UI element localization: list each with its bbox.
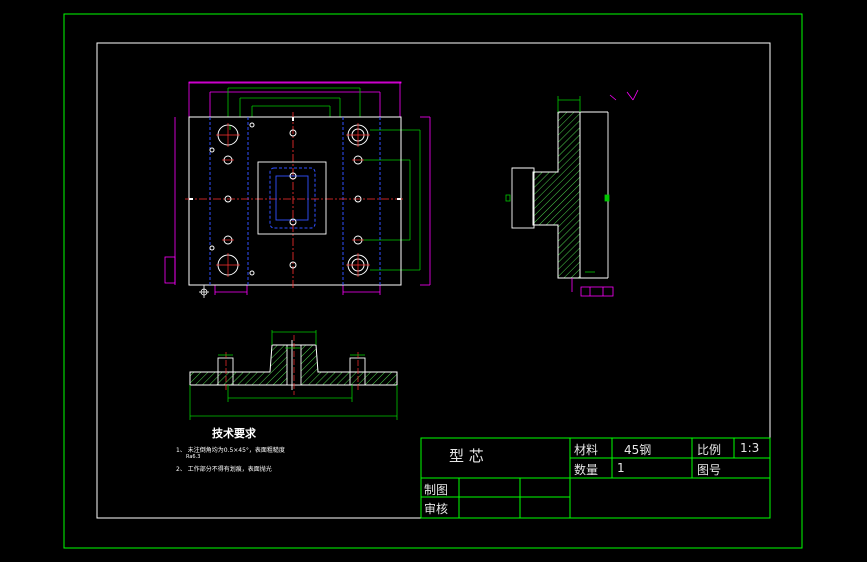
material-value: 45钢 (624, 443, 652, 457)
tech-req-item-1: 1、 未注倒角均为0.5×45°，表面粗糙度 (176, 447, 285, 454)
cad-drawing-viewport[interactable] (0, 0, 867, 562)
tech-req-heading: 技术要求 (212, 427, 256, 440)
drawing-no-label: 图号 (697, 463, 722, 477)
part-name: 型 芯 (449, 447, 484, 465)
quantity-label: 数量 (574, 463, 599, 477)
drawn-by-label: 制图 (424, 483, 449, 497)
scale-label: 比例 (697, 443, 722, 457)
checked-by-label: 审核 (424, 502, 449, 516)
tech-req-item-2: 2、 工作部分不得有划痕，表面抛光 (176, 466, 272, 473)
material-label: 材料 (574, 443, 599, 457)
scale-value: 1:3 (740, 441, 760, 455)
quantity-value: 1 (617, 461, 625, 475)
tech-req-item-1b: Ra6.3 (186, 454, 201, 460)
